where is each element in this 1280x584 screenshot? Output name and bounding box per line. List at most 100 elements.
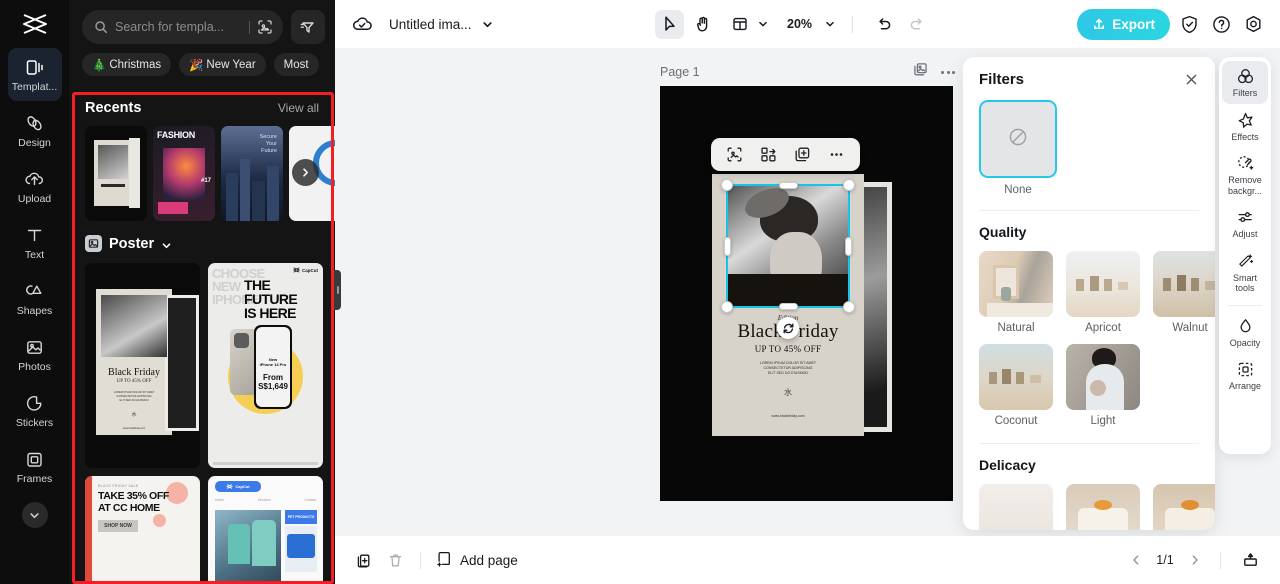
resize-handle-bottom-left[interactable] — [721, 301, 733, 313]
filter-tile-natural[interactable]: Natural — [979, 251, 1053, 334]
rotate-handle[interactable] — [777, 317, 799, 339]
category-chips: 🎄 Christmas 🎉 New Year Most — [69, 44, 335, 76]
filter-button[interactable] — [291, 10, 325, 44]
zoom-level[interactable]: 20% — [787, 17, 812, 31]
resize-handle-left[interactable] — [724, 236, 731, 256]
help-icon[interactable] — [1209, 12, 1234, 37]
crop-icon[interactable] — [726, 146, 743, 163]
tool-smart-tools[interactable]: Smart tools — [1222, 246, 1268, 299]
search-input[interactable]: Search for templa... — [82, 10, 283, 44]
category-name: Poster — [109, 235, 155, 252]
resize-handle-top-left[interactable] — [721, 179, 733, 191]
toolbar-divider — [852, 15, 854, 33]
layout-tool[interactable] — [725, 10, 769, 39]
close-icon[interactable] — [1184, 72, 1199, 87]
visual-search-icon[interactable] — [257, 19, 273, 35]
list-item[interactable]: Secure Your Future — [221, 126, 283, 221]
hand-tool[interactable] — [688, 10, 717, 39]
redo-button[interactable] — [902, 10, 931, 39]
sidebar-item-shapes[interactable]: Shapes — [8, 272, 62, 325]
shield-icon[interactable] — [1177, 12, 1202, 37]
filter-tile-delicacy-1[interactable] — [979, 484, 1053, 530]
list-item[interactable]: FASHION #17 — [153, 126, 215, 221]
present-icon[interactable] — [1235, 545, 1266, 576]
chevron-down-icon[interactable] — [21, 502, 48, 528]
filter-tile-coconut[interactable]: Coconut — [979, 344, 1053, 427]
panel-collapse-handle[interactable] — [334, 270, 341, 310]
filter-tile-delicacy-3[interactable] — [1153, 484, 1215, 530]
tool-effects[interactable]: Effects — [1222, 105, 1268, 148]
chip-most[interactable]: Most — [273, 53, 319, 76]
filter-tile-walnut[interactable]: Walnut — [1153, 251, 1215, 334]
list-item[interactable]: Black Friday UP TO 45% OFF LOREM IPSUM D… — [85, 263, 200, 468]
list-item[interactable]: BLACK FRIDAY SALE TAKE 35% OFF AT CC HOME… — [85, 476, 200, 584]
list-item[interactable] — [85, 126, 147, 221]
tool-remove-background[interactable]: Remove backgr... — [1222, 148, 1268, 201]
list-item[interactable]: CHOOSE NEW IPHONE CapCut THE FUTURE IS HERE … — [208, 263, 323, 468]
resize-handle-top-right[interactable] — [843, 179, 855, 191]
poster-footer: www.blackfriday.com — [771, 413, 805, 418]
page-label: Page 1 — [660, 65, 700, 79]
tool-opacity[interactable]: Opacity — [1222, 311, 1268, 354]
sidebar-item-stickers[interactable]: Stickers — [8, 384, 62, 437]
select-tool[interactable] — [655, 9, 684, 39]
resize-handle-top[interactable] — [778, 182, 798, 189]
tool-arrange[interactable]: Arrange — [1222, 354, 1268, 397]
category-poster-selector[interactable]: Poster — [69, 221, 335, 252]
delete-page-icon[interactable] — [380, 545, 411, 576]
sidebar-item-frames[interactable]: Frames — [8, 440, 62, 493]
chevron-down-icon[interactable] — [481, 18, 494, 31]
templates-panel: Search for templa... 🎄 Christmas 🎉 New Y… — [69, 0, 335, 584]
add-page-button[interactable]: Add page — [430, 550, 524, 570]
resize-handle-bottom[interactable] — [778, 303, 798, 310]
resize-handle-bottom-right[interactable] — [843, 301, 855, 313]
chip-label: New Year — [206, 58, 256, 71]
recents-header: Recents View all — [69, 92, 335, 116]
filter-tile-light[interactable]: Light — [1066, 344, 1140, 427]
filter-grid-delicacy — [979, 484, 1215, 530]
sidebar-item-text[interactable]: Text — [8, 216, 62, 269]
undo-button[interactable] — [869, 10, 898, 39]
chevron-left-icon[interactable] — [1124, 549, 1147, 572]
document-title[interactable]: Untitled ima... — [389, 17, 472, 32]
design-icon — [24, 113, 45, 134]
capcut-logo[interactable] — [0, 0, 69, 48]
more-icon[interactable] — [828, 146, 845, 163]
tool-label: Opacity — [1229, 337, 1261, 348]
recents-next-button[interactable] — [292, 159, 319, 186]
add-page-label: Add page — [460, 552, 518, 568]
selection-frame[interactable] — [721, 179, 855, 339]
canvas-tools-group: 20% — [655, 9, 931, 39]
view-all-link[interactable]: View all — [278, 101, 319, 115]
sidebar-item-upload[interactable]: Upload — [8, 160, 62, 213]
list-item[interactable]: CapCut Home Services Contact PET PRODUCTS … — [208, 476, 323, 584]
duplicate-page-icon[interactable] — [913, 62, 928, 82]
divider — [1220, 551, 1221, 569]
chip-christmas[interactable]: 🎄 Christmas — [82, 53, 172, 76]
sidebar-label: Templat... — [11, 80, 58, 93]
settings-icon[interactable] — [1241, 12, 1266, 37]
sidebar-item-templates[interactable]: Templat... — [7, 48, 62, 101]
replace-icon[interactable] — [760, 146, 777, 163]
tool-label: Adjust — [1232, 229, 1258, 239]
cloud-saved-icon[interactable] — [351, 13, 373, 35]
tool-adjust[interactable]: Adjust — [1222, 202, 1268, 245]
duplicate-page-icon[interactable] — [349, 545, 380, 576]
tool-filters[interactable]: Filters — [1222, 61, 1268, 104]
sidebar-item-design[interactable]: Design — [8, 104, 62, 157]
templates-scroll-region[interactable]: Recents View all FASHION #17 Secure Your… — [69, 92, 335, 584]
duplicate-icon[interactable] — [794, 146, 811, 163]
chip-emoji: 🎉 — [189, 59, 204, 72]
resize-handle-right[interactable] — [845, 236, 852, 256]
filter-tile-delicacy-2[interactable] — [1066, 484, 1140, 530]
export-button[interactable]: Export — [1077, 8, 1170, 40]
filter-grid-quality: Natural Apricot Walnut Coconut Light — [979, 251, 1215, 427]
chevron-right-icon[interactable] — [1183, 549, 1206, 572]
filter-tile-apricot[interactable]: Apricot — [1066, 251, 1140, 334]
search-row: Search for templa... — [69, 0, 335, 44]
filter-none-tile[interactable] — [979, 100, 1057, 178]
shapes-icon — [24, 281, 45, 302]
chip-new-year[interactable]: 🎉 New Year — [179, 53, 266, 76]
page-more-icon[interactable] — [941, 70, 955, 74]
sidebar-item-photos[interactable]: Photos — [8, 328, 62, 381]
